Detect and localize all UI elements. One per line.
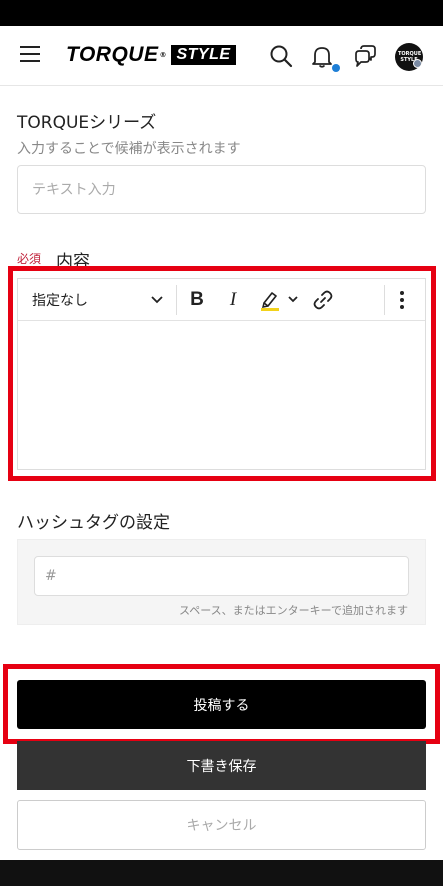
format-select[interactable]: 指定なし bbox=[32, 290, 88, 310]
required-badge: 必須 bbox=[17, 252, 42, 266]
hashtag-hint: スペース、またはエンターキーで追加されます bbox=[178, 604, 408, 617]
logo-style-badge: STYLE bbox=[171, 45, 236, 65]
chevron-down-icon[interactable] bbox=[150, 293, 164, 307]
post-button[interactable]: 投稿する bbox=[17, 680, 426, 729]
navigation-bar bbox=[0, 860, 443, 886]
series-input[interactable] bbox=[17, 165, 426, 214]
editor-toolbar: 指定なし B I bbox=[18, 279, 425, 321]
save-draft-button[interactable]: 下書き保存 bbox=[17, 741, 426, 790]
editor-content-area[interactable] bbox=[18, 322, 425, 469]
rich-text-editor: 指定なし B I bbox=[17, 278, 426, 470]
bell-icon[interactable] bbox=[309, 43, 335, 69]
series-hint: 入力することで候補が表示されます bbox=[17, 141, 241, 157]
italic-button[interactable]: I bbox=[224, 289, 242, 311]
chat-icon[interactable] bbox=[352, 43, 378, 69]
more-options-icon[interactable] bbox=[396, 289, 408, 311]
avatar[interactable]: TORQUE STYLE bbox=[395, 43, 423, 71]
bold-button[interactable]: B bbox=[188, 289, 206, 311]
series-title: TORQUEシリーズ bbox=[17, 113, 157, 133]
cancel-button[interactable]: キャンセル bbox=[17, 800, 426, 850]
app-header: TORQUE ® STYLE TORQUE STYLE bbox=[0, 26, 443, 86]
toolbar-divider bbox=[384, 285, 385, 315]
search-icon[interactable] bbox=[268, 43, 294, 69]
highlighter-icon bbox=[261, 292, 298, 311]
hashtag-input[interactable] bbox=[34, 556, 409, 596]
logo-registered-mark: ® bbox=[159, 51, 167, 59]
link-button[interactable] bbox=[312, 289, 334, 311]
logo-wordmark: TORQUE bbox=[66, 43, 159, 66]
highlight-button[interactable] bbox=[258, 289, 306, 311]
toolbar-divider bbox=[176, 285, 177, 315]
status-bar bbox=[0, 0, 443, 26]
hashtag-panel: スペース、またはエンターキーで追加されます bbox=[17, 539, 426, 625]
brand-logo[interactable]: TORQUE ® STYLE bbox=[66, 43, 236, 66]
link-icon bbox=[313, 290, 333, 310]
menu-icon[interactable] bbox=[20, 46, 40, 64]
notification-dot bbox=[332, 64, 340, 72]
avatar-sub-icon bbox=[413, 59, 422, 68]
hashtag-title: ハッシュタグの設定 bbox=[17, 513, 170, 533]
